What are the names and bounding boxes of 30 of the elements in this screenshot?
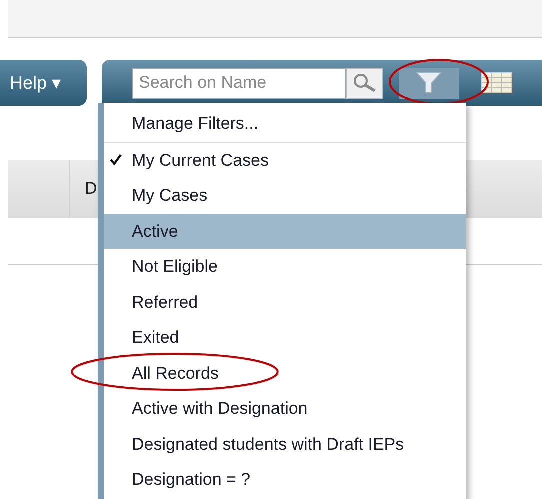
- column-heading: D: [85, 178, 98, 200]
- search-field[interactable]: Search on Name: [132, 68, 346, 98]
- menu-item-label: Active with Designation: [132, 398, 308, 420]
- menu-item[interactable]: Active: [104, 214, 466, 249]
- menu-item[interactable]: Manage Filters...: [104, 106, 466, 142]
- menu-item[interactable]: My Cases: [104, 178, 466, 214]
- funnel-icon: [416, 71, 442, 95]
- menu-item[interactable]: Designation = ?: [104, 462, 466, 498]
- menu-item-label: Designation = ?: [132, 469, 251, 491]
- menu-item-label: Manage Filters...: [132, 113, 259, 135]
- search-button[interactable]: [346, 68, 383, 98]
- menu-item-label: Referred: [132, 292, 198, 314]
- help-button[interactable]: Help ▾: [0, 60, 87, 106]
- menu-item[interactable]: Designated students with Draft IEPs: [104, 426, 466, 462]
- menu-item-label: All Records: [132, 362, 219, 384]
- menu-item-label: Active: [132, 220, 178, 242]
- menu-item[interactable]: Referred: [104, 284, 466, 320]
- menu-item[interactable]: Not Eligible: [104, 249, 466, 284]
- search-icon: [352, 73, 376, 93]
- menu-item-label: Not Eligible: [132, 256, 218, 278]
- filter-button[interactable]: [399, 68, 459, 98]
- menu-item-label: Exited: [132, 327, 180, 349]
- grid-icon[interactable]: [481, 72, 513, 94]
- menu-item[interactable]: Active with Designation: [104, 391, 466, 426]
- menu-item-label: Designated students with Draft IEPs: [132, 434, 404, 456]
- menu-item[interactable]: Exited: [104, 320, 466, 356]
- menu-item[interactable]: All Records: [104, 356, 466, 391]
- menu-item-label: My Current Cases: [132, 150, 269, 172]
- menu-item[interactable]: My Current Cases: [104, 142, 466, 178]
- menu-item-label: My Cases: [132, 185, 208, 207]
